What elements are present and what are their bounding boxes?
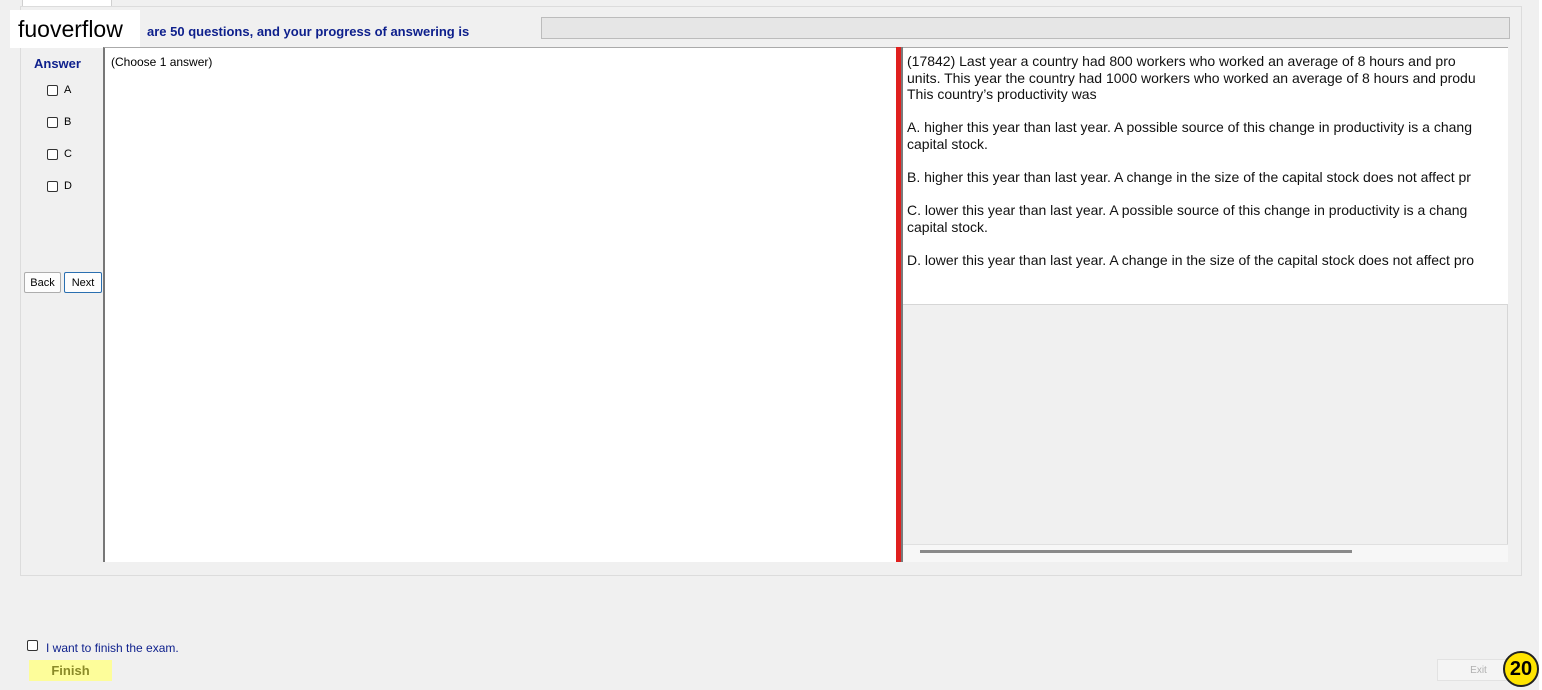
question-line: This country’s productivity was	[907, 86, 1097, 103]
question-line: (17842) Last year a country had 800 work…	[907, 53, 1456, 69]
question-line: A. higher this year than last year. A po…	[907, 119, 1472, 136]
question-spacer	[907, 186, 1508, 203]
question-line: C. lower this year than last year. A pos…	[907, 202, 1468, 219]
option-label: A	[64, 84, 72, 96]
question-line: capital stock.	[907, 135, 988, 152]
question-line: D. lower this year than last year. A cha…	[907, 252, 1475, 269]
finish-exam-label[interactable]: I want to finish the exam.	[46, 641, 179, 655]
horizontal-scrollbar[interactable]	[903, 544, 1508, 562]
question-panel: (17842) Last year a country had 800 work…	[903, 47, 1508, 304]
question-spacer	[907, 236, 1508, 253]
checkbox-box[interactable]	[47, 148, 58, 160]
page-number-badge: 20	[1503, 651, 1539, 687]
option-a-checkbox[interactable]: A	[47, 84, 71, 96]
progress-text: are 50 questions, and your progress of a…	[147, 24, 470, 39]
answer-area[interactable]	[103, 47, 896, 562]
question-spacer	[907, 153, 1508, 170]
question-line: capital stock.	[907, 218, 988, 235]
scrollbar-thumb[interactable]	[920, 550, 1352, 553]
next-button[interactable]: Next	[64, 272, 102, 293]
question-spacer	[907, 103, 1508, 120]
question-text: (17842) Last year a country had 800 work…	[907, 53, 1508, 269]
question-line: B. higher this year than last year. A ch…	[907, 169, 1471, 186]
option-c-checkbox[interactable]: C	[47, 148, 72, 160]
question-lower-area	[903, 304, 1508, 544]
finish-button[interactable]: Finish	[29, 660, 112, 681]
option-d-checkbox[interactable]: D	[47, 180, 72, 192]
checkbox-box[interactable]	[47, 116, 58, 128]
option-label: C	[64, 148, 72, 160]
option-b-checkbox[interactable]: B	[47, 116, 71, 128]
question-line: units. This year the country had 1000 wo…	[907, 69, 1476, 86]
choose-hint: (Choose 1 answer)	[111, 55, 213, 69]
checkbox-box[interactable]	[47, 84, 58, 96]
option-label: D	[64, 180, 72, 192]
checkbox-box[interactable]	[47, 180, 58, 192]
option-label: B	[64, 116, 72, 128]
finish-exam-checkbox[interactable]	[27, 640, 38, 651]
watermark: fuoverflow	[10, 10, 140, 48]
back-button[interactable]: Back	[24, 272, 61, 293]
progress-bar	[541, 17, 1510, 39]
answer-label: Answer	[34, 56, 81, 71]
